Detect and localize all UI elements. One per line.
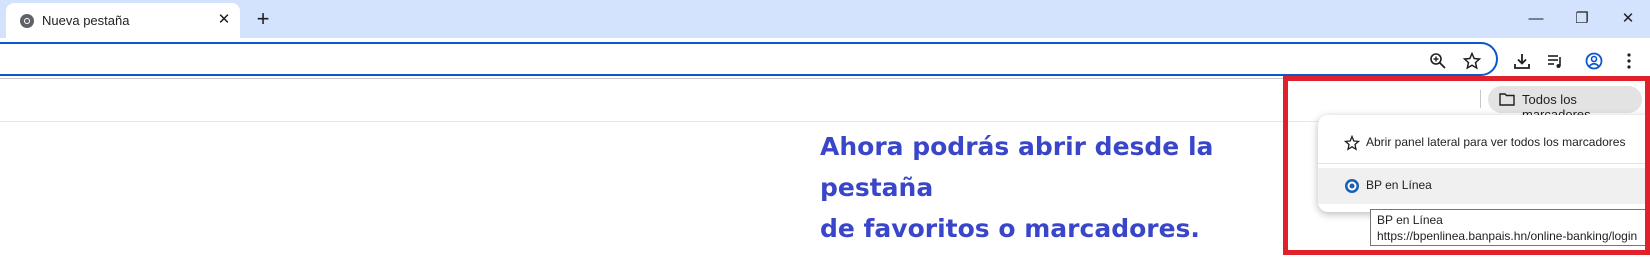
minimize-button[interactable]: —: [1522, 6, 1550, 32]
site-favicon-icon: [1345, 179, 1359, 193]
annotation-text: Ahora podrás abrir desde la pestaña de f…: [820, 126, 1260, 249]
tab-title: Nueva pestaña: [42, 13, 130, 28]
toolbar: [0, 38, 1650, 78]
tooltip-url: https://bpenlinea.banpais.hn/online-bank…: [1377, 229, 1638, 243]
menu-item-label: Abrir panel lateral para ver todos los m…: [1366, 135, 1626, 149]
menu-item-label: BP en Línea: [1366, 178, 1432, 192]
annotation-line-2: de favoritos o marcadores.: [820, 214, 1200, 243]
side-panel-star-icon: [1344, 135, 1360, 151]
menu-item-open-side-panel[interactable]: Abrir panel lateral para ver todos los m…: [1318, 125, 1650, 161]
reading-list-icon[interactable]: [1546, 52, 1564, 70]
star-icon[interactable]: [1463, 52, 1481, 70]
new-tab-button[interactable]: +: [252, 8, 274, 30]
menu-icon[interactable]: [1620, 52, 1638, 70]
close-icon[interactable]: ✕: [216, 12, 232, 28]
chrome-icon: [20, 14, 34, 28]
window-close-button[interactable]: ✕: [1614, 6, 1642, 32]
folder-icon: [1499, 93, 1515, 106]
all-bookmarks-button[interactable]: Todos los marcadores: [1488, 86, 1642, 122]
tab-nueva-pestana[interactable]: Nueva pestaña ✕: [6, 3, 240, 38]
profile-icon[interactable]: [1585, 52, 1603, 70]
tooltip-title: BP en Línea: [1377, 213, 1443, 227]
address-bar[interactable]: [0, 42, 1498, 76]
annotation-line-1: Ahora podrás abrir desde la pestaña: [820, 132, 1214, 202]
tab-strip: Nueva pestaña ✕ + — ❐ ✕: [0, 0, 1650, 38]
zoom-icon[interactable]: [1429, 52, 1447, 70]
all-bookmarks-menu: Abrir panel lateral para ver todos los m…: [1318, 115, 1650, 212]
menu-divider: [1318, 163, 1650, 164]
bookmark-tooltip: BP en Línea https://bpenlinea.banpais.hn…: [1370, 209, 1650, 246]
download-icon[interactable]: [1513, 52, 1531, 70]
restore-button[interactable]: ❐: [1568, 6, 1596, 32]
menu-item-bp-en-linea[interactable]: BP en Línea: [1318, 168, 1650, 204]
bookmarks-separator: [1480, 90, 1481, 108]
